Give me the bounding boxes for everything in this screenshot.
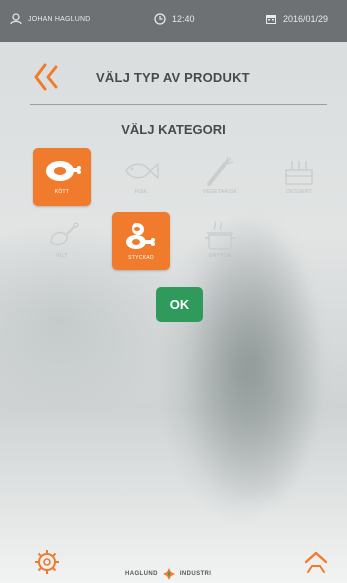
category-label: DESSERT <box>286 189 312 195</box>
category-vegetarisk[interactable]: VEGETARISK <box>191 148 249 206</box>
category-label: FISK <box>134 189 148 195</box>
clock-icon <box>154 13 166 25</box>
dessert-icon <box>285 161 313 185</box>
brand-logo: HAGLUND INDUSTRI <box>125 568 211 580</box>
category-label: KÖTT <box>54 189 70 195</box>
fish-icon <box>125 162 159 180</box>
category-vilt[interactable]: VILT <box>33 212 91 270</box>
stew-pot-icon <box>205 221 235 250</box>
date-text: 2016/01/29 <box>283 14 329 24</box>
category-grytor[interactable]: GRYTOR <box>191 212 249 270</box>
user-indicator: JOHAN HAGLUND <box>10 13 91 25</box>
category-fisk[interactable]: FISK <box>112 148 170 206</box>
user-name: JOHAN HAGLUND <box>28 15 91 23</box>
user-icon <box>10 13 22 25</box>
brand-left-text: HAGLUND <box>125 571 158 577</box>
page-title: VÄLJ TYP AV PRODUKT <box>96 70 250 85</box>
category-styckad[interactable]: STYCKAD <box>112 212 170 270</box>
category-kott[interactable]: KÖTT <box>33 148 91 206</box>
up-chevron-icon <box>304 551 328 573</box>
cut-meat-icon <box>126 223 155 249</box>
back-button[interactable] <box>33 62 63 92</box>
scroll-up-button[interactable] <box>302 548 330 576</box>
clock-indicator: 12:40 <box>154 13 195 25</box>
page-header: VÄLJ TYP AV PRODUKT <box>0 58 347 98</box>
date-indicator: 2016/01/29 <box>265 13 328 25</box>
brand-emblem-icon <box>162 568 175 580</box>
calendar-icon <box>266 15 276 24</box>
header-divider <box>30 104 327 105</box>
category-label: GRYTOR <box>208 253 232 259</box>
settings-button[interactable] <box>33 548 61 576</box>
brand-right-text: INDUSTRI <box>179 571 212 577</box>
time-text: 12:40 <box>172 14 195 24</box>
status-bar: JOHAN HAGLUND 12:40 2016/01/29 <box>0 0 347 42</box>
ok-button[interactable]: OK <box>156 287 203 322</box>
settings-gear-icon <box>35 550 59 574</box>
category-label: VILT <box>56 253 68 259</box>
vegetarian-icon <box>207 156 234 186</box>
back-chevron-icon <box>34 63 58 91</box>
category-label: STYCKAD <box>128 255 154 261</box>
category-heading: VÄLJ KATEGORI <box>121 122 226 137</box>
category-dessert[interactable]: DESSERT <box>270 148 328 206</box>
game-icon <box>50 222 79 246</box>
meat-icon <box>46 161 81 181</box>
category-label: VEGETARISK <box>202 189 238 195</box>
